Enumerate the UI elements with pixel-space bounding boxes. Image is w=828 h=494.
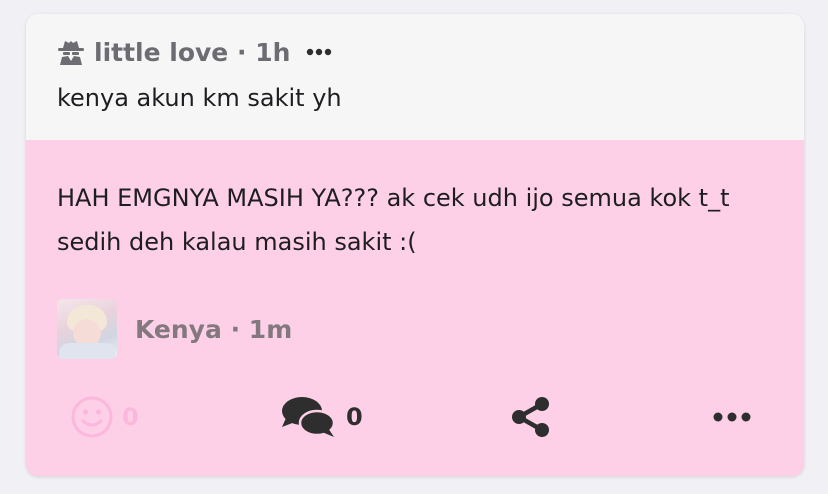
like-button[interactable]: 0 — [70, 392, 139, 442]
comments-icon — [282, 397, 336, 437]
answer-author[interactable]: Kenya · 1m — [57, 298, 292, 360]
smiley-icon — [71, 396, 113, 438]
question-separator: · — [236, 37, 247, 67]
answer-author-line: Kenya · 1m — [135, 315, 292, 344]
comment-count: 0 — [346, 403, 363, 431]
question-text: kenya akun km sakit yh — [57, 84, 342, 112]
question-time: 1h — [255, 37, 291, 67]
question-author-line: little love · 1h — [94, 38, 290, 67]
answer-time: 1m — [248, 314, 293, 344]
question-block: little love · 1h kenya akun km sakit yh — [26, 14, 804, 140]
post-card: little love · 1h kenya akun km sakit yh … — [26, 14, 804, 476]
answer-separator: · — [230, 314, 241, 344]
answer-author-name: Kenya — [135, 314, 222, 344]
spy-icon — [58, 41, 84, 65]
answer-text: HAH EMGNYA MASIH YA??? ak cek udh ijo se… — [57, 184, 730, 256]
comment-button[interactable]: 0 — [280, 392, 363, 442]
question-author: little love — [94, 37, 229, 67]
like-count: 0 — [122, 403, 139, 431]
more-options-button[interactable] — [712, 392, 752, 442]
question-header: little love · 1h — [57, 36, 332, 68]
share-button[interactable] — [510, 392, 552, 442]
avatar[interactable] — [57, 299, 117, 359]
more-horizontal-icon[interactable] — [306, 48, 332, 56]
action-bar: 0 0 — [26, 392, 804, 442]
more-horizontal-icon — [713, 412, 751, 422]
share-icon — [512, 397, 549, 437]
